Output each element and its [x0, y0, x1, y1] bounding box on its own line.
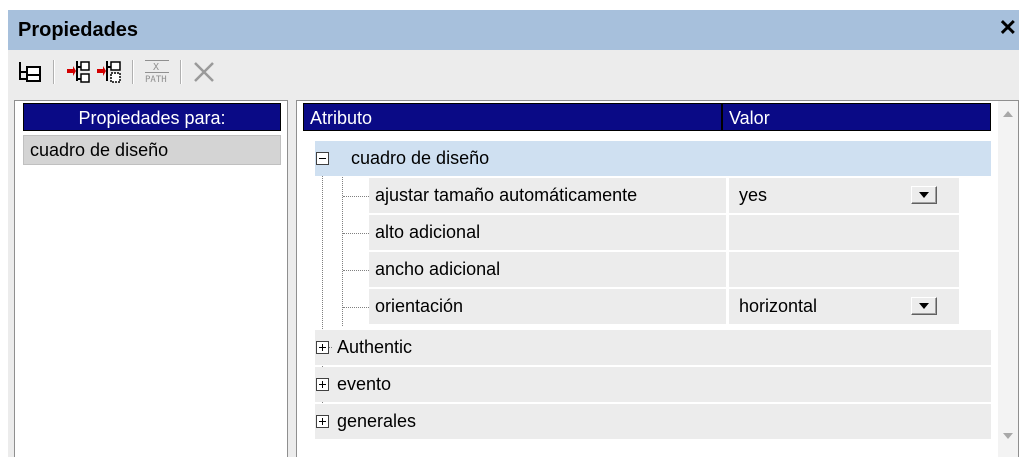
- window-title: Propiedades: [18, 19, 139, 41]
- group-label: evento: [337, 374, 392, 394]
- xpath-icon[interactable]: X PATH: [142, 58, 170, 86]
- group-row-collapsed[interactable]: Authentic: [315, 330, 991, 365]
- property-attribute: alto adicional: [369, 215, 726, 250]
- tree-connector: [343, 233, 369, 234]
- close-icon[interactable]: ✕: [999, 16, 1017, 40]
- tree-connector: [343, 270, 369, 271]
- properties-window: Propiedades ✕ X PATH Propiedades para: c…: [8, 10, 1019, 457]
- delete-icon[interactable]: [190, 58, 218, 86]
- scroll-down-icon[interactable]: [1003, 433, 1013, 439]
- dropdown-arrow-icon[interactable]: [911, 186, 937, 204]
- group-row-expanded[interactable]: cuadro de diseño: [315, 141, 991, 176]
- expand-icon[interactable]: [316, 415, 329, 428]
- title-bar: Propiedades ✕: [8, 10, 1019, 50]
- tree-connector: [343, 307, 369, 308]
- dropdown-arrow-icon[interactable]: [911, 297, 937, 315]
- properties-for-panel: Propiedades para: cuadro de diseño: [14, 100, 288, 457]
- property-attribute: orientación: [369, 289, 726, 324]
- property-value[interactable]: [729, 252, 959, 287]
- property-value[interactable]: [729, 215, 959, 250]
- property-row[interactable]: orientación horizontal: [343, 289, 991, 324]
- group-row-collapsed[interactable]: evento: [315, 367, 991, 402]
- property-grid: Atributo Valor cuadro de diseño ajustar …: [296, 100, 1019, 457]
- property-attribute: ancho adicional: [369, 252, 726, 287]
- group-label: Authentic: [337, 337, 413, 357]
- toolbar: X PATH: [8, 50, 1019, 94]
- properties-for-item[interactable]: cuadro de diseño: [23, 135, 281, 165]
- expand-icon[interactable]: [316, 341, 329, 354]
- group-label: generales: [337, 411, 417, 431]
- insert-element-icon[interactable]: [64, 58, 92, 86]
- property-attribute: ajustar tamaño automáticamente: [369, 178, 726, 213]
- insert-element-alt-icon[interactable]: [94, 58, 122, 86]
- expand-icon[interactable]: [316, 378, 329, 391]
- toolbar-separator: [180, 60, 181, 84]
- xpath-label: PATH: [145, 75, 167, 85]
- collapse-icon[interactable]: [316, 152, 329, 165]
- toolbar-separator: [132, 60, 133, 84]
- group-row-collapsed[interactable]: generales: [315, 404, 991, 439]
- property-row[interactable]: ajustar tamaño automáticamente yes: [343, 178, 991, 213]
- toolbar-separator: [53, 60, 54, 84]
- property-row[interactable]: alto adicional: [343, 215, 991, 250]
- column-header-value[interactable]: Valor: [722, 103, 991, 131]
- group-label: cuadro de diseño: [351, 148, 490, 168]
- tree-view-icon[interactable]: [16, 58, 44, 86]
- vertical-scrollbar[interactable]: [998, 101, 1018, 457]
- svg-text:X: X: [153, 62, 159, 73]
- column-header-attribute[interactable]: Atributo: [303, 103, 722, 131]
- property-row[interactable]: ancho adicional: [343, 252, 991, 287]
- tree-connector: [343, 196, 369, 197]
- properties-for-header: Propiedades para:: [23, 103, 281, 131]
- scroll-up-icon[interactable]: [1003, 111, 1013, 117]
